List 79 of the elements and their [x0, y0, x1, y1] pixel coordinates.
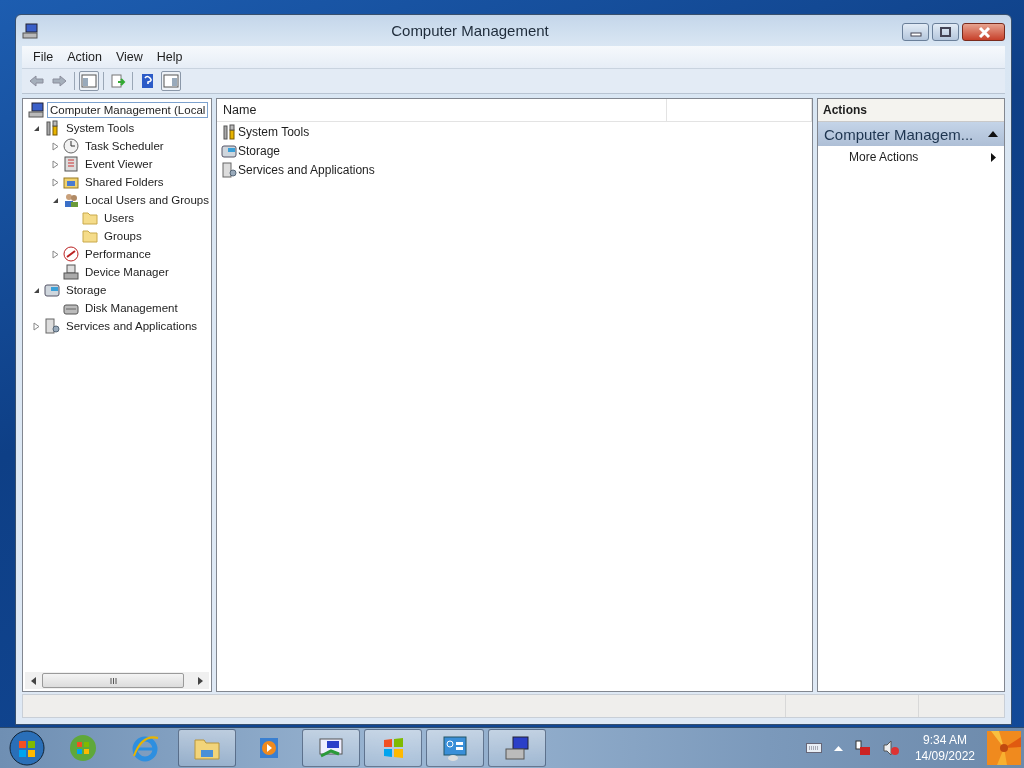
collapsed-arrow-icon[interactable] [52, 159, 59, 169]
tree-item[interactable]: Event Viewer [82, 156, 156, 172]
show-action-pane-icon[interactable] [163, 73, 179, 89]
tree-item[interactable]: System Tools [63, 120, 138, 136]
tree-item[interactable]: Performance [82, 246, 154, 262]
users-icon [63, 192, 79, 208]
menu-item[interactable]: Action [60, 48, 109, 66]
export-list-icon[interactable] [110, 73, 126, 89]
control-panel-icon [441, 734, 469, 762]
close-icon [976, 26, 991, 38]
services-icon [44, 318, 60, 334]
scroll-left-arrow-icon[interactable] [31, 676, 36, 685]
show-pane-icon[interactable] [81, 73, 97, 89]
show-hidden-icons-icon[interactable] [833, 745, 843, 751]
storage-icon [221, 142, 237, 159]
network-monitor-taskbar-button[interactable] [302, 729, 360, 767]
tree-item[interactable]: Storage [63, 282, 110, 298]
tree-item[interactable]: Shared Folders [82, 174, 167, 190]
grip-icon [109, 677, 117, 684]
scroll-thumb[interactable] [42, 673, 184, 688]
list-item[interactable]: Services and Applications [238, 162, 375, 177]
expanded-arrow-icon[interactable] [33, 286, 40, 294]
scroll-right-arrow-icon[interactable] [198, 676, 203, 685]
expanded-arrow-icon[interactable] [52, 196, 59, 204]
performance-icon [63, 246, 79, 262]
tree-item[interactable]: Task Scheduler [82, 138, 167, 154]
menu-item[interactable]: Help [149, 48, 190, 66]
collapsed-arrow-icon[interactable] [52, 249, 59, 259]
actions-section-header[interactable]: Computer Managem... [818, 122, 1004, 146]
keyboard-icon[interactable] [805, 743, 822, 753]
list-item[interactable]: Storage [238, 143, 281, 158]
collapsed-arrow-icon[interactable] [33, 321, 40, 331]
app-icon [22, 22, 38, 39]
tree-item[interactable]: Computer Management (Local [47, 102, 209, 118]
tree-item[interactable]: Services and Applications [63, 318, 201, 334]
minimize-button[interactable] [902, 23, 929, 41]
browser-icon [131, 734, 159, 762]
computer-management-icon [503, 734, 531, 762]
storage-icon [44, 282, 60, 298]
device-icon [63, 264, 79, 280]
folder-taskbar-button[interactable] [178, 729, 236, 767]
list-item[interactable]: System Tools [238, 124, 310, 139]
menu-item[interactable]: File [26, 48, 61, 66]
tools-icon [221, 123, 237, 140]
maximize-icon [938, 26, 953, 38]
actions-header: Actions [818, 99, 1004, 122]
tree-item[interactable]: Users [101, 210, 138, 226]
services-icon [221, 161, 237, 178]
start-button[interactable] [9, 730, 45, 766]
menu-item[interactable]: View [108, 48, 150, 66]
tree-item[interactable]: Groups [101, 228, 145, 244]
control-panel-taskbar-button[interactable] [426, 729, 484, 767]
windows-flag-taskbar-button[interactable] [364, 729, 422, 767]
tree-item[interactable]: Disk Management [82, 300, 181, 316]
computer-icon [28, 102, 44, 118]
window-title: Computer Management [390, 22, 550, 39]
tree-item[interactable]: Device Manager [82, 264, 172, 280]
clock-icon [63, 138, 79, 154]
collapse-arrow-icon[interactable] [988, 131, 998, 137]
submenu-arrow-icon [991, 152, 996, 162]
column-header[interactable]: Name [217, 99, 667, 121]
computer-management-taskbar-button[interactable] [488, 729, 546, 767]
maximize-button[interactable] [932, 23, 959, 41]
tree-item[interactable]: Local Users and Groups [82, 192, 211, 208]
action-link[interactable]: More Actions [818, 146, 1004, 168]
collapsed-arrow-icon[interactable] [52, 141, 59, 151]
help-icon[interactable] [139, 73, 155, 89]
log-icon [63, 156, 79, 172]
network-disconnected-icon[interactable] [854, 740, 871, 756]
collapsed-arrow-icon[interactable] [52, 177, 59, 187]
windows-orb-icon [69, 734, 97, 762]
folder-icon [82, 228, 98, 244]
folder-icon [82, 210, 98, 226]
close-button[interactable] [962, 23, 1005, 41]
horizontal-scrollbar[interactable] [25, 672, 209, 689]
volume-muted-icon[interactable] [882, 740, 899, 756]
expanded-arrow-icon[interactable] [33, 124, 40, 132]
shared-folder-icon [63, 174, 79, 190]
tools-icon [44, 120, 60, 136]
